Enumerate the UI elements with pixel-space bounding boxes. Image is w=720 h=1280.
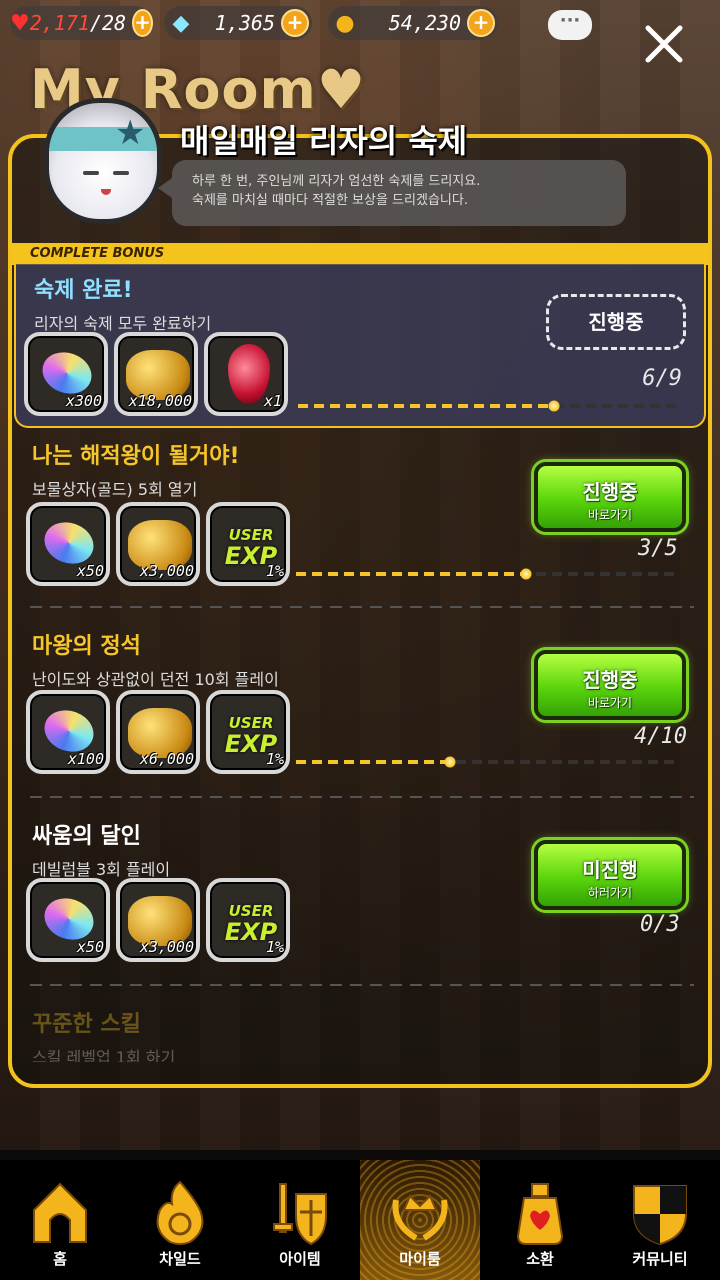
divider (30, 606, 694, 608)
home-icon (33, 1182, 87, 1243)
gems-counter: ◆ 1,365 + (164, 6, 312, 40)
complete-bonus-label: COMPLETE BONUS (12, 243, 708, 265)
liza-speech-bubble: 하루 한 번, 주인님께 리자가 엄선한 숙제를 드리지요. 숙제를 마치실 때… (158, 160, 626, 226)
nav-item[interactable]: 아이템 (240, 1160, 360, 1280)
gem-icon: ◆ (172, 10, 190, 36)
go-button[interactable]: 진행중 바로가기 (534, 462, 686, 532)
gems-value: 1,365 (214, 11, 275, 35)
resource-bar: ♥ 2,171/28 + ◆ 1,365 + ● 54,230 + ··· (0, 0, 720, 48)
bottom-nav: 홈 차일드 아이템 마이룸 소환 커뮤니티 (0, 1160, 720, 1280)
reward-item: x6,000 (116, 690, 200, 774)
progress-count: 4/10 (634, 724, 687, 749)
reward-item: x50 (26, 502, 110, 586)
reward-list: x50 x3,000 USER EXP 1% (26, 878, 290, 962)
mission-title: 꾸준한 스킬 (32, 1012, 141, 1037)
add-hearts-button[interactable]: + (132, 9, 153, 37)
add-gems-button[interactable]: + (281, 9, 309, 37)
reward-list: x300 x18,000 x1 (24, 332, 288, 416)
reward-item: x300 (24, 332, 108, 416)
go-button[interactable]: 진행중 바로가기 (534, 650, 686, 720)
heart-icon: ♥ (10, 10, 30, 36)
close-icon[interactable] (642, 22, 686, 66)
progress-track (296, 568, 680, 580)
reward-item: x3,000 (116, 878, 200, 962)
progress-track (296, 756, 680, 768)
reward-item: x18,000 (114, 332, 198, 416)
add-gold-button[interactable]: + (467, 9, 495, 37)
mission-item: 꾸준한 스킬 스킬 레벨업 1회 하기 (32, 1006, 692, 1062)
child-flame-icon (156, 1180, 204, 1245)
reward-item: USER EXP 1% (206, 502, 290, 586)
nav-child[interactable]: 차일드 (120, 1160, 240, 1280)
community-shield-icon (633, 1185, 687, 1246)
reward-list: x100 x6,000 USER EXP 1% (26, 690, 290, 774)
nav-community[interactable]: 커뮤니티 (600, 1160, 720, 1280)
chat-icon[interactable]: ··· (548, 10, 592, 40)
hearts-current: 2,171 (29, 11, 90, 35)
gold-counter: ● 54,230 + (328, 6, 498, 40)
speech-line-1: 하루 한 번, 주인님께 리자가 엄선한 숙제를 드리지요. (192, 174, 481, 189)
progress-count: 0/3 (640, 912, 680, 937)
reward-item: x50 (26, 878, 110, 962)
progress-count: 6/9 (642, 366, 682, 391)
reward-item: x1 (204, 332, 288, 416)
quest-title: 매일매일 리자의 숙제 (180, 122, 468, 160)
in-progress-button[interactable]: 진행중 (546, 294, 686, 350)
reward-list: x50 x3,000 USER EXP 1% (26, 502, 290, 586)
go-button[interactable]: 미진행 하러가기 (534, 840, 686, 910)
progress-count: 3/5 (638, 536, 678, 561)
complete-bonus-card: 숙제 완료! 리자의 숙제 모두 완료하기 x300 x18,000 x1 진행… (14, 264, 706, 428)
reward-item: x3,000 (116, 502, 200, 586)
divider (30, 984, 694, 986)
gold-coin-icon: ● (335, 10, 355, 36)
hearts-counter: ♥ 2,171/28 + (10, 6, 153, 40)
speech-line-2: 숙제를 마치실 때마다 적절한 보상을 드리겠습니다. (192, 193, 468, 208)
sword-shield-icon (273, 1183, 327, 1246)
crown-laurel-icon (392, 1194, 448, 1241)
mission-desc: 스킬 레벨업 1회 하기 (32, 1048, 176, 1062)
gold-value: 54,230 (388, 11, 461, 35)
nav-summon[interactable]: 소환 (480, 1160, 600, 1280)
divider (30, 796, 694, 798)
reward-item: x100 (26, 690, 110, 774)
nav-home[interactable]: 홈 (0, 1160, 120, 1280)
nav-myroom[interactable]: 마이룸 (360, 1160, 480, 1280)
reward-item: USER EXP 1% (206, 690, 290, 774)
progress-track (298, 400, 682, 412)
reward-item: USER EXP 1% (206, 878, 290, 962)
summon-potion-icon (516, 1183, 564, 1245)
hearts-max: /28 (89, 11, 127, 35)
liza-avatar: ★ (44, 98, 162, 224)
